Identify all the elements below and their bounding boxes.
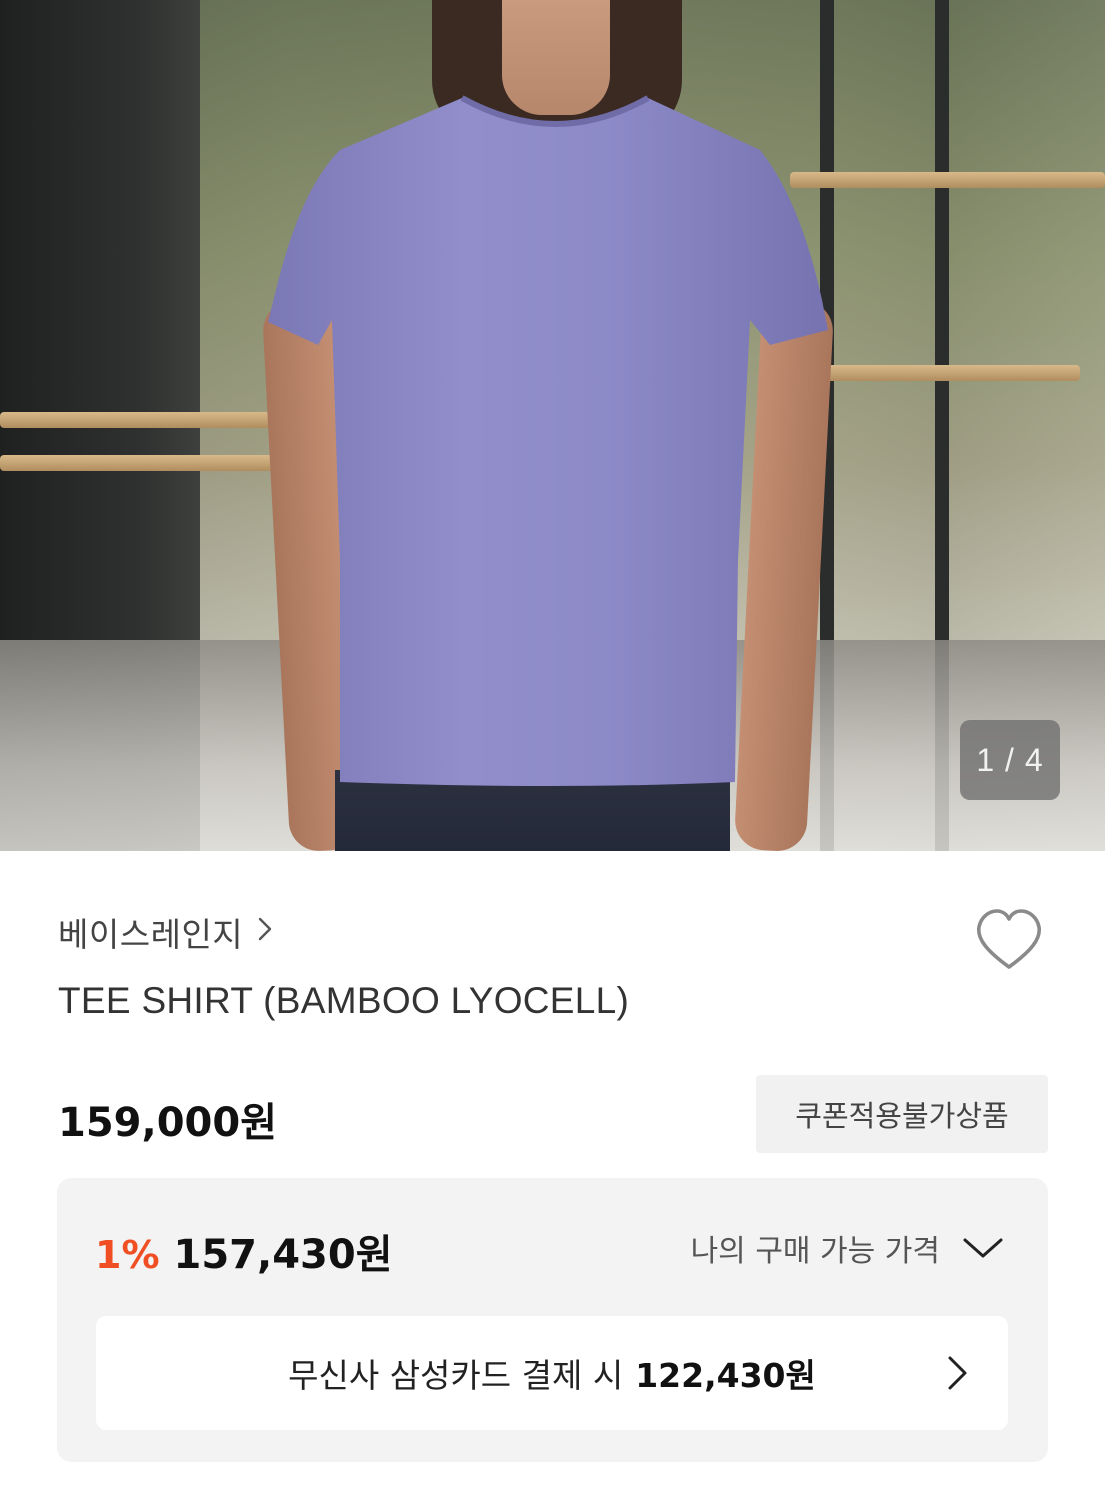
brand-link[interactable]: 베이스레인지 xyxy=(58,908,273,956)
image-counter: 1 / 4 xyxy=(960,720,1060,800)
card-offer-button[interactable]: 무신사 삼성카드 결제 시 122,430원 xyxy=(96,1316,1008,1430)
card-offer-price: 122,430원 xyxy=(635,1356,816,1395)
my-price-toggle[interactable]: 나의 구매 가능 가격 xyxy=(691,1226,1004,1270)
discount-price: 157,430원 xyxy=(173,1232,393,1278)
brand-name: 베이스레인지 xyxy=(58,915,244,954)
original-price: 159,000원 xyxy=(58,1100,277,1146)
coupon-unavailable-badge: 쿠폰적용불가상품 xyxy=(756,1075,1048,1153)
card-offer-text: 무신사 삼성카드 결제 시 xyxy=(288,1356,624,1395)
heart-outline-icon xyxy=(977,909,1041,969)
my-price-label: 나의 구매 가능 가격 xyxy=(690,1234,940,1269)
product-title: TEE SHIRT (BAMBOO LYOCELL) xyxy=(58,980,630,1021)
discount-rate: 1% xyxy=(95,1233,160,1277)
tee-shirt-graphic xyxy=(268,95,828,786)
chevron-right-icon xyxy=(948,1356,967,1390)
like-button[interactable] xyxy=(973,905,1045,977)
price-benefit-panel: 1% 157,430원 나의 구매 가능 가격 무신사 삼성카드 결제 시 12… xyxy=(57,1178,1048,1462)
discount-price-row: 1% 157,430원 xyxy=(95,1222,393,1280)
chevron-down-icon xyxy=(963,1238,1003,1258)
product-image[interactable]: 1 / 4 xyxy=(0,0,1105,851)
chevron-right-icon xyxy=(257,916,273,949)
